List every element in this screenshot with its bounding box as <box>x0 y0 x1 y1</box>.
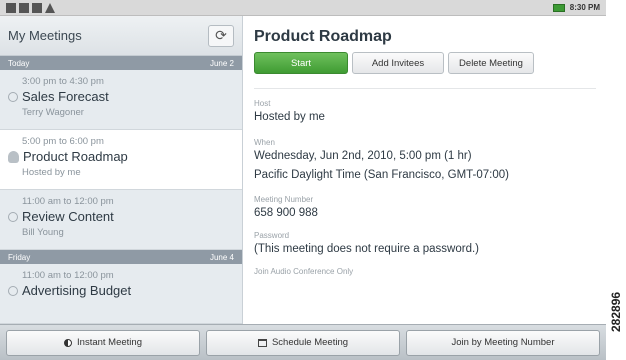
figure-number: 282896 <box>609 291 623 332</box>
sidebar-header: My Meetings ⟳ <box>0 16 242 56</box>
join-by-number-button[interactable]: Join by Meeting Number <box>406 329 600 356</box>
section-header-today: Today June 2 <box>0 56 242 70</box>
divider <box>254 88 596 89</box>
detail-title: Product Roadmap <box>254 28 392 45</box>
meeting-title: Advertising Budget <box>22 283 132 298</box>
download-icon <box>19 2 29 13</box>
meeting-title: Sales Forecast <box>22 89 109 104</box>
when-label: When <box>254 138 275 147</box>
status-time: 8:30 PM <box>569 3 600 12</box>
password-field: Password (This meeting does not require … <box>254 231 596 255</box>
meeting-host: Terry Wagoner <box>22 107 84 118</box>
host-label: Host <box>254 99 271 108</box>
meeting-item-sales-forecast[interactable]: 3:00 pm to 4:30 pm Sales Forecast Terry … <box>0 70 242 130</box>
audio-label: Join Audio Conference Only <box>254 267 354 276</box>
add-invitees-button[interactable]: Add Invitees <box>352 52 444 74</box>
circle-icon <box>8 211 18 222</box>
start-button[interactable]: Start <box>254 52 348 74</box>
password-label: Password <box>254 231 290 240</box>
meetings-sidebar: My Meetings ⟳ Today June 2 3:00 pm to 4:… <box>0 16 243 324</box>
instant-meeting-icon <box>64 338 73 347</box>
circle-icon <box>8 91 18 102</box>
circle-icon <box>8 285 18 296</box>
meeting-item-advertising-budget[interactable]: 11:00 am to 12:00 pm Advertising Budget <box>0 264 242 324</box>
instant-meeting-label: Instant Meeting <box>77 337 142 348</box>
meeting-title: Review Content <box>22 209 114 224</box>
meeting-detail: Product Roadmap Start Add Invitees Delet… <box>244 16 606 324</box>
image-icon <box>32 2 42 13</box>
meeting-time: 3:00 pm to 4:30 pm <box>22 76 104 87</box>
refresh-button[interactable]: ⟳ <box>208 24 234 47</box>
meeting-number-label: Meeting Number <box>254 195 314 204</box>
password-value: (This meeting does not require a passwor… <box>254 243 479 255</box>
join-by-number-label: Join by Meeting Number <box>451 337 555 348</box>
status-right: 8:30 PM <box>552 3 600 12</box>
section-label: Today <box>8 58 30 68</box>
calendar-icon <box>257 338 267 347</box>
status-bar: 8:30 PM <box>0 0 606 16</box>
person-icon <box>8 150 19 163</box>
download-icon <box>6 2 16 13</box>
delete-meeting-button[interactable]: Delete Meeting <box>448 52 534 74</box>
audio-field: Join Audio Conference Only <box>254 267 596 276</box>
refresh-icon: ⟳ <box>215 27 227 43</box>
meeting-number-value: 658 900 988 <box>254 207 318 219</box>
meeting-number-field: Meeting Number 658 900 988 <box>254 195 596 219</box>
meeting-host: Bill Young <box>22 227 64 238</box>
status-icons <box>6 2 55 13</box>
meeting-time: 5:00 pm to 6:00 pm <box>22 136 104 147</box>
host-field: Host Hosted by me <box>254 99 596 123</box>
when-field: When Wednesday, Jun 2nd, 2010, 5:00 pm (… <box>254 138 596 181</box>
when-value: Wednesday, Jun 2nd, 2010, 5:00 pm (1 hr) <box>254 150 472 162</box>
figure-number-strip: 282896 <box>606 0 626 360</box>
instant-meeting-button[interactable]: Instant Meeting <box>6 329 200 356</box>
detail-actions: Start Add Invitees Delete Meeting <box>254 52 596 74</box>
schedule-meeting-button[interactable]: Schedule Meeting <box>206 329 400 356</box>
section-header-friday: Friday June 4 <box>0 250 242 264</box>
section-label: Friday <box>8 252 31 262</box>
when-timezone: Pacific Daylight Time (San Francisco, GM… <box>254 169 509 181</box>
section-date: June 2 <box>209 58 234 68</box>
meeting-item-product-roadmap[interactable]: 5:00 pm to 6:00 pm Product Roadmap Hoste… <box>0 130 242 190</box>
meeting-time: 11:00 am to 12:00 pm <box>22 196 114 207</box>
section-date: June 4 <box>209 252 234 262</box>
battery-icon <box>552 3 565 12</box>
host-value: Hosted by me <box>254 111 325 123</box>
bottom-toolbar: Instant Meeting Schedule Meeting Join by… <box>0 324 606 360</box>
meeting-time: 11:00 am to 12:00 pm <box>22 270 114 281</box>
meeting-host: Hosted by me <box>22 167 81 178</box>
meeting-item-review-content[interactable]: 11:00 am to 12:00 pm Review Content Bill… <box>0 190 242 250</box>
meeting-title: Product Roadmap <box>23 149 128 164</box>
schedule-meeting-label: Schedule Meeting <box>271 337 349 348</box>
warning-icon <box>45 2 55 13</box>
sidebar-title: My Meetings <box>8 28 82 43</box>
